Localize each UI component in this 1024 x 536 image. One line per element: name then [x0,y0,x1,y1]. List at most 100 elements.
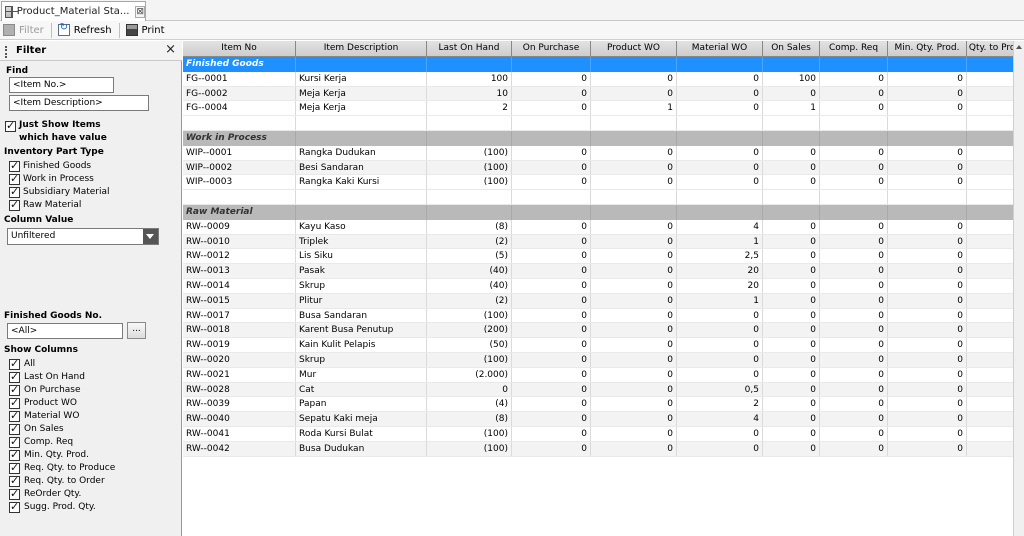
table-row[interactable]: FG--0002 Meja Kerja 10 0 0 0 0 0 0 [183,86,1024,102]
scroll-up-icon[interactable] [1016,45,1022,49]
inventory-type-checkbox[interactable] [9,198,20,211]
show-column-label: Sugg. Prod. Qty. [24,502,96,512]
group-cell [427,57,512,72]
table-row[interactable]: WIP--0002 Besi Sandaran (100) 0 0 0 0 0 0 [183,160,1024,176]
table-row[interactable]: RW--0042 Busa Dudukan (100) 0 0 0 0 0 0 [183,441,1024,457]
table-cell: RW--0010 [183,234,296,249]
show-column-checkbox[interactable] [9,487,20,500]
column-header[interactable]: On Sales [763,41,820,56]
browse-button[interactable]: ... [127,322,146,339]
table-row[interactable]: RW--0013 Pasak (40) 0 0 20 0 0 0 [183,264,1024,279]
blank-cell [183,116,296,130]
table-cell: 0 [888,71,967,86]
table-cell: Rangka Kaki Kursi [296,175,427,190]
finished-goods-no-input[interactable]: <All> [7,323,123,339]
table-row[interactable]: RW--0021 Mur (2.000) 0 0 0 0 0 0 [183,367,1024,383]
table-row[interactable]: RW--0039 Papan (4) 0 0 2 0 0 0 [183,397,1024,413]
table-row[interactable]: RW--0020 Skrup (100) 0 0 0 0 0 0 [183,352,1024,368]
column-header[interactable]: On Purchase [512,41,591,56]
table-cell: 0 [512,397,591,412]
table-cell: 0 [888,441,967,456]
inventory-type-checkbox[interactable] [9,159,20,172]
table-row[interactable]: RW--0009 Kayu Kaso (8) 0 0 4 0 0 0 [183,219,1024,235]
table-row[interactable]: FG--0001 Kursi Kerja 100 0 0 0 100 0 0 [183,71,1024,87]
table-row[interactable]: RW--0018 Karent Busa Penutup (200) 0 0 0 0 0 0 [183,323,1024,339]
column-header[interactable]: Product WO [591,41,677,56]
table-row[interactable]: RW--0040 Sepatu Kaki meja (8) 0 0 4 0 0 0 [183,412,1024,427]
toolbar: Filter Refresh Print [0,21,1024,40]
show-column-checkbox[interactable] [9,396,20,409]
show-column-checkbox[interactable] [9,409,20,422]
group-row[interactable]: Finished Goods [183,57,1024,72]
show-column-checkbox[interactable] [9,357,20,370]
table-cell: 0 [888,367,967,382]
table-row[interactable]: RW--0012 Lis Siku (5) 0 0 2,5 0 0 0 [183,249,1024,265]
table-row[interactable]: RW--0041 Roda Kursi Bulat (100) 0 0 0 0 0 0 [183,426,1024,442]
table-cell: RW--0042 [183,441,296,456]
table-cell: 0 [820,160,888,175]
table-cell: (100) [427,352,512,367]
table-cell: Kursi Kerja [296,71,427,86]
inventory-type-checkbox[interactable] [9,185,20,198]
group-cell [427,204,512,220]
table-row[interactable]: WIP--0001 Rangka Dudukan (100) 0 0 0 0 0 0 [183,145,1024,161]
tab-product-material-status[interactable]: Product_Material Sta... ⊠ [1,1,146,21]
table-row[interactable]: RW--0028 Cat 0 0 0 0,5 0 0 0 [183,382,1024,398]
table-row[interactable]: RW--0019 Kain Kulit Pelapis (50) 0 0 0 0 0 0 [183,338,1024,353]
refresh-button[interactable]: Refresh [55,22,116,39]
table-cell: 0 [820,249,888,264]
column-header[interactable]: Item No [183,41,296,56]
group-row[interactable]: Raw Material [183,204,1024,220]
column-header[interactable]: Item Description [296,41,427,56]
table-cell: 0 [427,382,512,397]
show-column-checkbox[interactable] [9,474,20,487]
column-header[interactable]: Material WO [677,41,763,56]
show-column-label: Min. Qty. Prod. [24,450,89,460]
print-button[interactable]: Print [123,22,169,39]
table-cell: 0 [763,323,820,338]
show-column-checkbox[interactable] [9,370,20,383]
table-cell: 0 [888,323,967,338]
show-column-checkbox[interactable] [9,422,20,435]
table-cell: RW--0018 [183,323,296,338]
drag-grip-icon[interactable] [5,46,8,58]
table-row[interactable]: WIP--0003 Rangka Kaki Kursi (100) 0 0 0 0 0 0 [183,175,1024,191]
item-no-input[interactable]: <Item No.> [9,77,114,93]
table-cell: 0 [820,101,888,116]
table-row[interactable]: FG--0004 Meja Kerja 2 0 1 0 1 0 0 [183,101,1024,117]
show-column-checkbox[interactable] [9,500,20,513]
table-cell: RW--0019 [183,338,296,352]
item-description-input[interactable]: <Item Description> [9,95,149,111]
show-column-checkbox[interactable] [9,435,20,448]
close-tab-icon[interactable]: ⊠ [135,5,145,18]
show-column-checkbox[interactable] [9,448,20,461]
table-cell: (2.000) [427,367,512,382]
filter-button[interactable]: Filter [0,22,48,39]
blank-cell [591,116,677,130]
show-column-checkbox[interactable] [9,461,20,474]
table-row[interactable]: RW--0014 Skrup (40) 0 0 20 0 0 0 [183,278,1024,294]
table-cell: 0 [591,175,677,190]
show-column-checkbox[interactable] [9,383,20,396]
just-show-items-checkbox[interactable] [5,119,16,132]
table-cell: (100) [427,441,512,456]
blank-cell [888,190,967,204]
vertical-scrollbar[interactable] [1013,41,1024,536]
group-label: Raw Material [183,204,296,220]
column-header[interactable]: Comp. Req [820,41,888,56]
column-header[interactable]: Min. Qty. Prod. [888,41,967,56]
group-row[interactable]: Work in Process [183,130,1024,146]
column-header[interactable]: Last On Hand [427,41,512,56]
table-cell: 0 [591,441,677,456]
chevron-down-icon[interactable] [143,229,158,244]
table-row[interactable]: RW--0010 Triplek (2) 0 0 1 0 0 0 [183,234,1024,250]
table-cell: 0 [888,249,967,264]
table-row[interactable]: RW--0017 Busa Sandaran (100) 0 0 0 0 0 0 [183,308,1024,324]
inventory-type-checkbox[interactable] [9,172,20,185]
table-row[interactable]: RW--0015 Plitur (2) 0 0 1 0 0 0 [183,293,1024,309]
table-cell: 0 [763,441,820,456]
table-cell: 0 [820,338,888,352]
column-value-select[interactable]: Unfiltered [7,228,159,245]
table-cell: 0 [820,426,888,441]
close-panel-icon[interactable]: × [165,42,176,57]
